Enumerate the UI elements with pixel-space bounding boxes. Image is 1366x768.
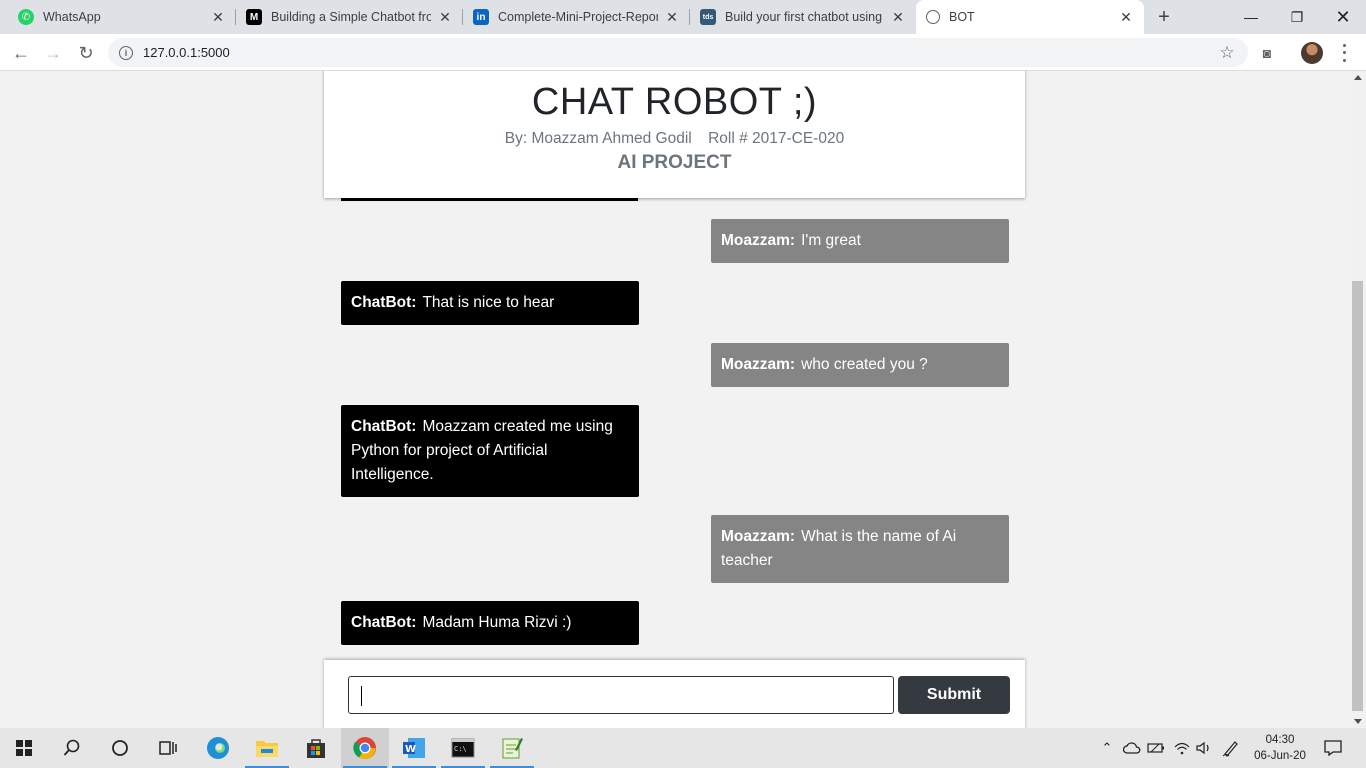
terminal-icon[interactable]: C:\ xyxy=(439,728,487,768)
chat-bubble-bot: ChatBot: Moazzam created me using Python … xyxy=(341,405,639,497)
svg-text:C:\: C:\ xyxy=(454,745,467,753)
chat-bubble-bot: ChatBot: That is nice to hear xyxy=(341,281,639,325)
sender-label: ChatBot: xyxy=(351,614,417,631)
url-text: 127.0.0.1:5000 xyxy=(143,45,230,60)
tab-bot[interactable]: BOT ✕ xyxy=(916,0,1144,34)
message-text: I'm great xyxy=(801,232,861,249)
chat-bubble-user: Moazzam: What is the name of Ai teacher xyxy=(711,515,1009,583)
clock-time: 04:30 xyxy=(1265,734,1295,746)
restore-button[interactable]: ❐ xyxy=(1274,0,1320,34)
battery-icon[interactable] xyxy=(1146,728,1166,768)
window-close-button[interactable]: ✕ xyxy=(1320,0,1366,34)
tab-title: BOT xyxy=(949,10,975,24)
menu-icon[interactable] xyxy=(1338,42,1350,64)
task-view-icon[interactable] xyxy=(144,728,192,768)
message-input[interactable] xyxy=(348,676,894,714)
author-name: By: Moazzam Ahmed Godil xyxy=(504,130,692,147)
taskbar: W C:\ ⌃ 04:30 06-Jun-20 xyxy=(0,728,1366,768)
sender-label: Moazzam: xyxy=(721,528,796,545)
globe-icon xyxy=(926,10,940,24)
linkedin-icon: in xyxy=(473,9,489,25)
minimize-button[interactable]: — xyxy=(1228,0,1274,34)
sender-label: ChatBot: xyxy=(351,294,417,311)
notepad-icon[interactable] xyxy=(488,728,536,768)
svg-text:W: W xyxy=(405,744,416,755)
tab-strip: ✆ WhatsApp ✕ M Building a Simple Chatbot… xyxy=(0,0,1366,34)
notification-icon[interactable] xyxy=(1320,728,1346,768)
sender-label: Moazzam: xyxy=(721,232,796,249)
system-clock[interactable]: 04:30 06-Jun-20 xyxy=(1252,732,1308,764)
chat-bubble-user: Moazzam: I'm great xyxy=(711,219,1009,263)
pen-icon[interactable] xyxy=(1220,728,1242,768)
medium-icon: M xyxy=(246,9,262,25)
close-icon[interactable]: ✕ xyxy=(210,9,226,26)
project-label: AI PROJECT xyxy=(617,152,732,173)
info-icon[interactable]: i xyxy=(119,45,133,60)
search-icon[interactable] xyxy=(48,728,96,768)
message-text: who created you ? xyxy=(801,356,928,373)
new-tab-button[interactable]: + xyxy=(1152,5,1176,29)
chat-bubble-user: Moazzam: who created you ? xyxy=(711,343,1009,387)
page-title: CHAT ROBOT ;) xyxy=(531,81,818,123)
sender-label: ChatBot: xyxy=(351,418,417,435)
message-composer: Submit xyxy=(324,660,1025,728)
tab-title: Complete-Mini-Project-Report xyxy=(498,10,658,24)
page-header: CHAT ROBOT ;) By: Moazzam Ahmed Godil Ro… xyxy=(324,71,1025,198)
roll-number: Roll # 2017-CE-020 xyxy=(708,130,845,147)
store-icon[interactable] xyxy=(292,728,340,768)
bookmark-star-icon[interactable]: ☆ xyxy=(1214,40,1240,66)
scroll-down-icon[interactable] xyxy=(1354,719,1362,724)
close-icon[interactable]: ✕ xyxy=(664,9,680,26)
reload-icon[interactable]: ↻ xyxy=(73,40,99,66)
close-icon[interactable]: ✕ xyxy=(890,9,906,26)
tab-medium[interactable]: M Building a Simple Chatbot from ✕ xyxy=(236,0,463,34)
page-viewport: Moazzam: I'm great ChatBot: That is nice t… xyxy=(0,71,1350,728)
chrome-icon[interactable] xyxy=(341,728,389,768)
browser-toolbar: ← → ↻ i 127.0.0.1:5000 ☆ ◙ xyxy=(0,34,1366,71)
close-icon[interactable]: ✕ xyxy=(1118,9,1134,26)
word-icon[interactable]: W xyxy=(390,728,438,768)
back-icon[interactable]: ← xyxy=(8,40,34,66)
submit-button[interactable]: Submit xyxy=(898,676,1010,714)
clock-date: 06-Jun-20 xyxy=(1254,750,1306,762)
file-explorer-icon[interactable] xyxy=(243,728,291,768)
cortana-icon[interactable] xyxy=(96,728,144,768)
scroll-up-icon[interactable] xyxy=(1354,75,1362,80)
tab-title: Building a Simple Chatbot from xyxy=(271,10,431,24)
tab-title: WhatsApp xyxy=(43,10,101,24)
tab-linkedin[interactable]: in Complete-Mini-Project-Report ✕ xyxy=(463,0,690,34)
tab-tds[interactable]: tds Build your first chatbot using P ✕ xyxy=(690,0,916,34)
tds-icon: tds xyxy=(700,9,716,25)
avatar[interactable] xyxy=(1301,42,1323,64)
tab-whatsapp[interactable]: ✆ WhatsApp ✕ xyxy=(8,0,236,34)
windows-start-icon[interactable] xyxy=(0,728,48,768)
wifi-icon[interactable] xyxy=(1172,728,1192,768)
forward-icon[interactable]: → xyxy=(40,40,66,66)
close-icon[interactable]: ✕ xyxy=(437,9,453,26)
edge-icon[interactable] xyxy=(194,728,242,768)
byline: By: Moazzam Ahmed Godil Roll # 2017-CE-0… xyxy=(324,130,1025,148)
chat-bubble-bot: ChatBot: Madam Huma Rizvi :) xyxy=(341,601,639,645)
message-text: Madam Huma Rizvi :) xyxy=(422,614,572,631)
sender-label: Moazzam: xyxy=(721,356,796,373)
camera-icon[interactable]: ◙ xyxy=(1254,40,1280,66)
whatsapp-icon: ✆ xyxy=(18,9,34,25)
message-text: That is nice to hear xyxy=(422,294,555,311)
onedrive-icon[interactable] xyxy=(1122,728,1142,768)
address-bar[interactable]: i 127.0.0.1:5000 xyxy=(108,38,1248,67)
chevron-up-icon[interactable]: ⌃ xyxy=(1098,728,1116,768)
scrollbar-thumb[interactable] xyxy=(1352,281,1363,711)
text-caret xyxy=(361,686,362,706)
volume-icon[interactable] xyxy=(1194,728,1214,768)
vertical-scrollbar[interactable] xyxy=(1350,71,1366,728)
tab-title: Build your first chatbot using P xyxy=(725,10,884,24)
